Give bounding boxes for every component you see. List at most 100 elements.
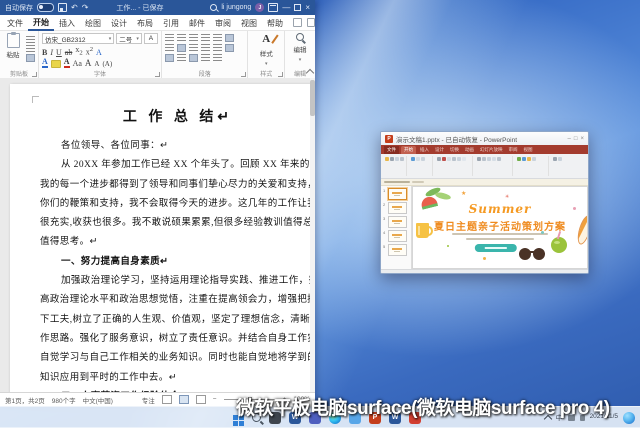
superscript-button[interactable]: x2 (86, 46, 93, 57)
pp-view-normal-icon[interactable] (549, 273, 553, 274)
enclose-character-icon[interactable]: (A) (102, 60, 112, 68)
format-painter-icon[interactable] (26, 54, 35, 62)
find-icon[interactable] (296, 33, 304, 41)
slide-canvas[interactable]: ★ ✳ Summer 夏日主题亲子活动策划方案 (412, 186, 588, 269)
sort-az-icon[interactable] (201, 54, 210, 61)
styles-button-label[interactable]: 样式 (260, 48, 273, 58)
line-spacing-icon[interactable] (213, 44, 222, 51)
text-effects-icon[interactable]: A (96, 48, 102, 57)
font-color-icon[interactable]: A (63, 57, 70, 68)
word-tab-10[interactable]: 视图 (236, 16, 262, 30)
word-tab-11[interactable]: 帮助 (262, 16, 288, 30)
subscript-button[interactable]: x2 (75, 45, 82, 57)
word-count[interactable]: 980个字 (52, 395, 76, 405)
pp-tab-5[interactable]: 切换 (448, 147, 461, 153)
word-tab-9[interactable]: 审阅 (210, 16, 236, 30)
word-tab-6[interactable]: 布局 (132, 16, 158, 30)
minimize-button[interactable]: — (282, 3, 290, 12)
change-case-icon[interactable]: Aa (73, 59, 82, 68)
clipboard-dialog-launcher[interactable] (32, 72, 37, 77)
underline-button[interactable]: U (56, 48, 62, 57)
vertical-scrollbar[interactable] (310, 78, 315, 393)
word-tab-1[interactable]: 文件 (2, 16, 28, 30)
pp-tab-9[interactable]: 视图 (522, 147, 535, 153)
word-tab-2[interactable]: 开始 (28, 15, 54, 31)
document-page[interactable]: 工 作 总 结↵ 各位领导、各位同事：↵ 从 20XX 年参加工作已经 XX 个年… (10, 84, 315, 393)
bullets-icon[interactable] (165, 34, 174, 41)
word-tab-5[interactable]: 设计 (106, 16, 132, 30)
font-dialog-launcher[interactable] (155, 72, 160, 77)
styles-dropdown-arrow[interactable]: ▾ (265, 61, 268, 67)
pp-view-show-icon[interactable] (561, 273, 565, 274)
slide-thumbnail-3[interactable]: 3 (383, 216, 410, 228)
zoom-out-icon[interactable]: − (213, 396, 217, 403)
document-area[interactable]: 工 作 总 结↵ 各位领导、各位同事：↵ 从 20XX 年参加工作已经 XX 个年… (0, 78, 315, 393)
show-marks-icon[interactable] (189, 54, 198, 62)
decrease-indent-icon[interactable] (201, 34, 210, 41)
phonetic-guide-icon[interactable]: A (143, 33, 158, 44)
pp-tab-2[interactable]: 开始 (401, 145, 416, 154)
word-tab-3[interactable]: 插入 (54, 16, 80, 30)
focus-mode-button[interactable]: 专注 (142, 395, 155, 405)
pp-zoom-slider[interactable] (567, 273, 585, 274)
avatar[interactable]: J (255, 3, 265, 12)
comments-icon[interactable] (306, 18, 315, 27)
read-mode-icon[interactable] (161, 395, 172, 404)
page-indicator[interactable]: 第1页，共2页 (5, 395, 45, 405)
shading-icon[interactable] (225, 44, 234, 52)
font-size-select[interactable]: 二号 ▾ (116, 33, 142, 44)
slide-thumbnail-5[interactable]: 5 (383, 244, 410, 256)
grow-font-icon[interactable]: A (85, 58, 92, 68)
redo-icon[interactable]: ↷ (82, 3, 89, 12)
align-left-icon[interactable] (165, 44, 174, 51)
shrink-font-icon[interactable]: A (94, 60, 99, 68)
word-tab-8[interactable]: 邮件 (184, 16, 210, 30)
justify-icon[interactable] (201, 44, 210, 51)
styles-dialog-launcher[interactable] (278, 72, 283, 77)
save-icon[interactable] (58, 3, 67, 12)
undo-icon[interactable]: ↶ (71, 3, 78, 12)
word-tab-7[interactable]: 引用 (158, 16, 184, 30)
word-tab-4[interactable]: 绘图 (80, 16, 106, 30)
multilevel-list-icon[interactable] (189, 34, 198, 41)
strikethrough-button[interactable]: ab (65, 48, 73, 57)
increase-indent-icon[interactable] (213, 34, 222, 41)
align-right-icon[interactable] (189, 44, 198, 51)
autosave-toggle[interactable] (37, 3, 54, 12)
slide-thumbnail-2[interactable]: 2 (383, 202, 410, 214)
restore-button[interactable] (294, 4, 302, 11)
pp-tab-7[interactable]: 幻灯片放映 (478, 147, 505, 153)
cut-icon[interactable] (26, 36, 35, 43)
pp-tab-4[interactable]: 设计 (433, 147, 446, 153)
slide-thumbnail-4[interactable]: 4 (383, 230, 410, 242)
editing-dropdown-arrow[interactable]: ▾ (299, 57, 302, 63)
slide-thumbnail-panel[interactable]: 1 2 3 4 5 (381, 186, 412, 269)
scrollbar-thumb[interactable] (310, 80, 315, 116)
language-indicator[interactable]: 中文(中国) (83, 395, 113, 405)
font-color-blue-icon[interactable]: A (42, 57, 48, 68)
close-button[interactable]: × (305, 3, 310, 12)
share-icon[interactable] (293, 18, 302, 27)
align-center-icon[interactable] (177, 44, 186, 52)
pp-tab-6[interactable]: 动画 (463, 147, 476, 153)
pilcrow-icon[interactable] (213, 54, 222, 61)
slide-thumbnail-1[interactable]: 1 (383, 188, 410, 200)
font-name-select[interactable]: 仿宋_GB2312 ▾ (42, 33, 115, 44)
print-layout-icon[interactable] (178, 395, 189, 404)
numbering-icon[interactable] (177, 34, 186, 41)
pp-tab-8[interactable]: 审阅 (507, 147, 520, 153)
pp-tab-1[interactable]: 文件 (384, 145, 399, 154)
paste-button[interactable]: 粘贴 (3, 32, 23, 69)
copy-icon[interactable] (26, 45, 35, 52)
styles-icon[interactable]: A (262, 33, 270, 45)
pp-tab-3[interactable]: 插入 (418, 147, 431, 153)
pp-minimize-button[interactable]: ‒ (568, 136, 571, 142)
italic-button[interactable]: I (50, 48, 53, 57)
pp-view-sorter-icon[interactable] (555, 273, 559, 274)
distribute-icon[interactable] (177, 54, 186, 61)
paragraph-dialog-launcher[interactable] (241, 72, 247, 77)
bold-button[interactable]: B (42, 48, 47, 57)
pp-close-button[interactable]: × (580, 136, 584, 142)
web-layout-icon[interactable] (195, 395, 206, 404)
search-icon[interactable] (210, 4, 218, 11)
